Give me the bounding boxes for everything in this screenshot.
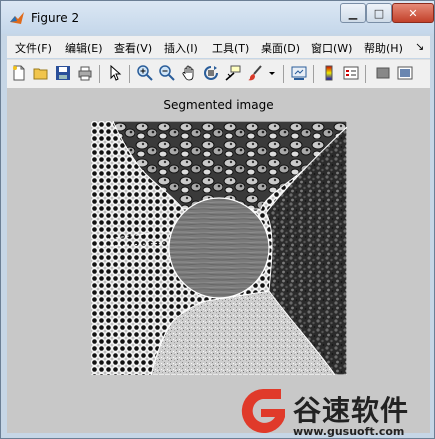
- menu-bar: 文件(F) 编辑(E) 查看(V) 插入(I) 工具(T) 桌面(D) 窗口(W…: [7, 36, 430, 58]
- menu-overflow[interactable]: ↘: [415, 40, 424, 53]
- figure-title: Segmented image: [163, 98, 274, 112]
- menu-desktop[interactable]: 桌面(D): [261, 40, 300, 56]
- title-bar[interactable]: Figure 2 ▁ □ ✕: [1, 1, 434, 34]
- figure-toolbar: [7, 59, 430, 89]
- link-plot-icon[interactable]: [291, 65, 307, 81]
- menu-insert[interactable]: 插入(I): [164, 40, 198, 56]
- rotate-3d-icon[interactable]: [203, 65, 219, 81]
- save-icon[interactable]: [55, 65, 71, 81]
- segmented-image[interactable]: [91, 121, 347, 375]
- legend-icon[interactable]: [343, 65, 359, 81]
- watermark-url: www.gusuoft.com: [293, 425, 405, 438]
- show-plot-tools-icon[interactable]: [397, 65, 413, 81]
- watermark-brand: 谷速软件: [293, 394, 410, 427]
- new-figure-icon[interactable]: [11, 65, 27, 81]
- circle-region: [168, 197, 270, 299]
- pan-icon[interactable]: [181, 65, 197, 81]
- print-icon[interactable]: [77, 65, 93, 81]
- pointer-icon[interactable]: [107, 65, 123, 81]
- data-cursor-icon[interactable]: [225, 65, 241, 81]
- maximize-button[interactable]: □: [366, 3, 392, 23]
- menu-edit[interactable]: 编辑(E): [65, 40, 103, 56]
- figure-canvas[interactable]: Segmented image: [7, 88, 430, 433]
- figure-window: Figure 2 ▁ □ ✕ 文件(F) 编辑(E) 查看(V) 插入(I) 工…: [0, 0, 435, 439]
- toolbar-separator: [313, 65, 314, 83]
- colorbar-icon[interactable]: [321, 65, 337, 81]
- toolbar-separator: [365, 65, 366, 83]
- open-icon[interactable]: [33, 65, 49, 81]
- window-title: Figure 2: [31, 11, 80, 25]
- brush-dropdown-icon[interactable]: [267, 65, 277, 81]
- toolbar-separator: [99, 65, 100, 83]
- watermark: 谷速软件 www.gusuoft.com: [235, 383, 435, 439]
- matlab-icon: [10, 12, 24, 24]
- menu-file[interactable]: 文件(F): [15, 40, 52, 56]
- hide-plot-tools-icon[interactable]: [375, 65, 391, 81]
- minimize-button[interactable]: ▁: [340, 3, 366, 23]
- zoom-out-icon[interactable]: [159, 65, 175, 81]
- toolbar-separator: [283, 65, 284, 83]
- menu-view[interactable]: 查看(V): [114, 40, 152, 56]
- brush-icon[interactable]: [247, 65, 263, 81]
- zoom-in-icon[interactable]: [137, 65, 153, 81]
- gusuoft-logo-icon: [241, 389, 285, 433]
- menu-help[interactable]: 帮助(H): [364, 40, 403, 56]
- menu-tools[interactable]: 工具(T): [212, 40, 249, 56]
- menu-window[interactable]: 窗口(W): [311, 40, 352, 56]
- toolbar-separator: [129, 65, 130, 83]
- close-button[interactable]: ✕: [392, 3, 434, 23]
